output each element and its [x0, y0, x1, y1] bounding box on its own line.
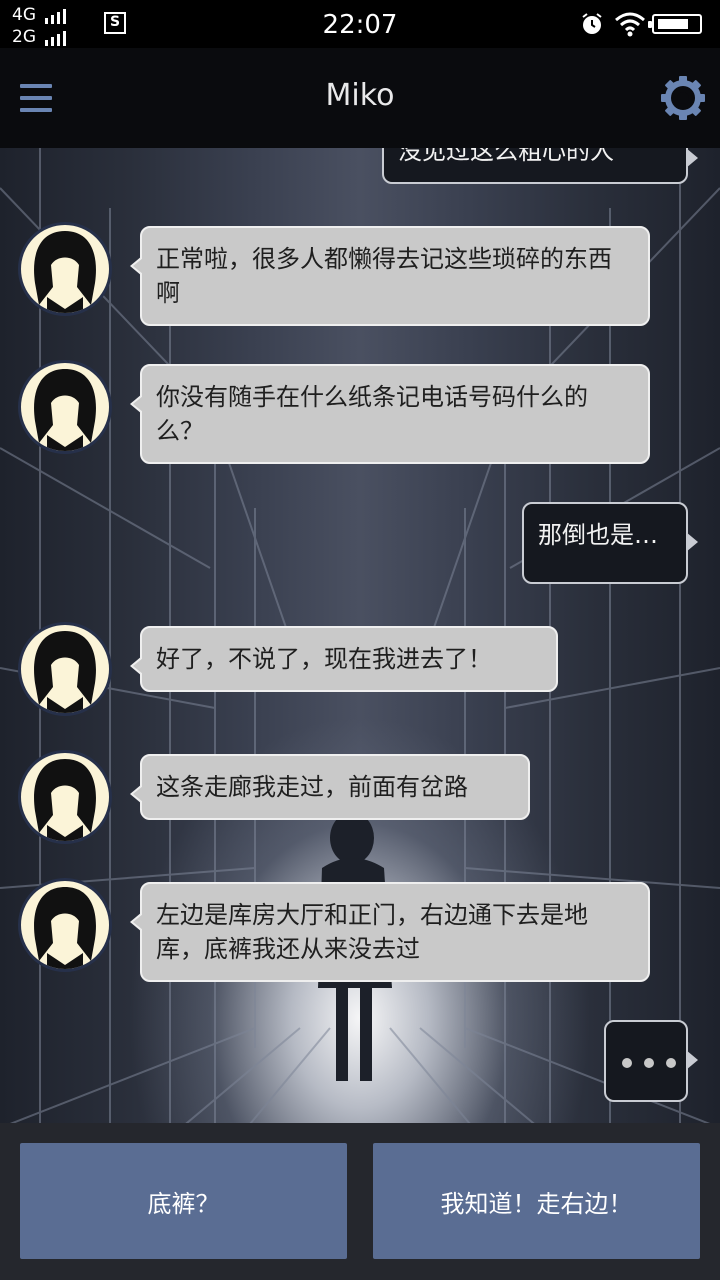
- chat-title: Miko: [325, 78, 395, 113]
- miko-avatar[interactable]: [18, 360, 112, 454]
- girl-avatar-icon: [34, 231, 96, 313]
- message-text: 好了，不说了，现在我进去了！: [156, 645, 492, 673]
- miko-avatar[interactable]: [18, 622, 112, 716]
- choice-button-1[interactable]: 底裤？: [20, 1143, 347, 1259]
- message-bubble-incoming: 你没有随手在什么纸条记电话号码什么的么？: [130, 364, 650, 464]
- gear-icon[interactable]: [660, 75, 706, 121]
- girl-avatar-icon: [34, 631, 96, 713]
- miko-avatar[interactable]: [18, 750, 112, 844]
- miko-avatar[interactable]: [18, 222, 112, 316]
- message-bubble-incoming: 左边是库房大厅和正门，右边通下去是地库，底裤我还从来没去过: [130, 882, 650, 982]
- choice-button-2[interactable]: 我知道！走右边！: [373, 1143, 700, 1259]
- miko-avatar[interactable]: [18, 878, 112, 972]
- message-bubble-incoming: 正常啦，很多人都懒得去记这些琐碎的东西啊: [130, 226, 650, 326]
- message-text: 你没有随手在什么纸条记电话号码什么的么？: [156, 383, 588, 445]
- girl-avatar-icon: [34, 759, 96, 841]
- status-bar: 4G 2G S 22:07: [0, 0, 720, 48]
- typing-dots-icon: [622, 1053, 688, 1072]
- message-text: 这条走廊我走过，前面有岔路: [156, 773, 468, 801]
- message-text: 左边是库房大厅和正门，右边通下去是地库，底裤我还从来没去过: [156, 901, 588, 963]
- chat-header: Miko: [0, 48, 720, 148]
- message-text: 正常啦，很多人都懒得去记这些琐碎的东西啊: [156, 245, 612, 307]
- message-bubble-outgoing: 没见过这么粗心的人: [382, 148, 698, 184]
- message-bubble-incoming: 这条走廊我走过，前面有岔路: [130, 754, 530, 820]
- message-text: 那倒也是…: [538, 521, 658, 549]
- wifi-icon: [615, 12, 645, 37]
- message-text: 没见过这么粗心的人: [398, 148, 614, 165]
- chat-log[interactable]: 没见过这么粗心的人 正常啦，很多人都懒得去记这些琐碎的东西啊 你没有随手在什么纸…: [0, 148, 720, 1123]
- girl-avatar-icon: [34, 369, 96, 451]
- message-bubble-incoming: 好了，不说了，现在我进去了！: [130, 626, 558, 692]
- reply-choices: 底裤？ 我知道！走右边！: [0, 1123, 720, 1280]
- battery-icon: [648, 14, 702, 34]
- message-bubble-outgoing: 那倒也是…: [522, 502, 698, 584]
- status-clock: 22:07: [322, 10, 398, 40]
- alarm-clock-icon: [582, 13, 602, 34]
- girl-avatar-icon: [34, 887, 96, 969]
